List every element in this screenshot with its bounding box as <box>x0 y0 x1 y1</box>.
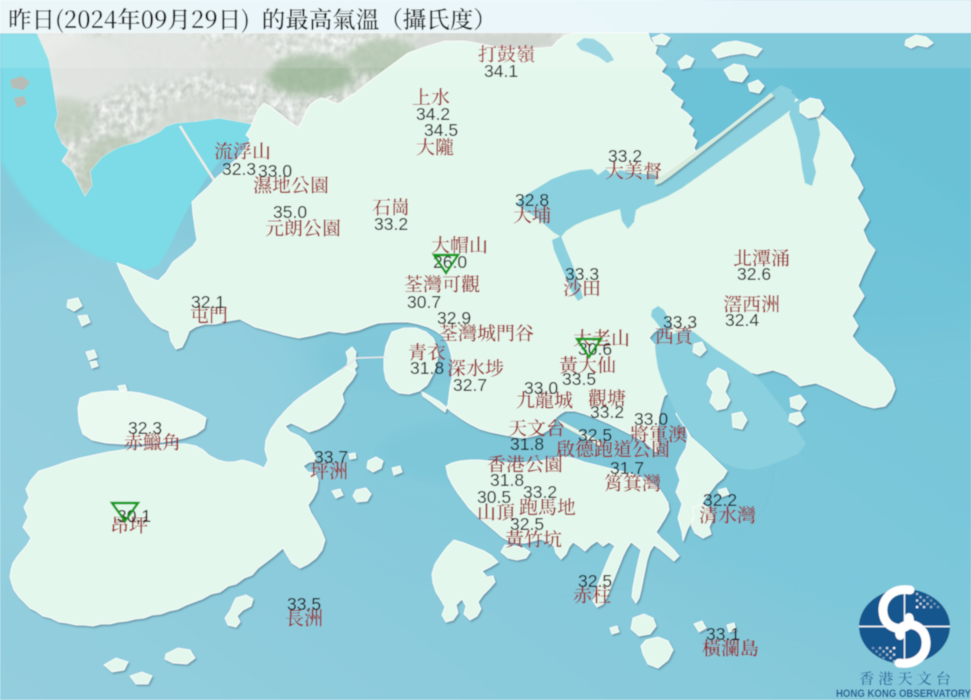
svg-text:30.5: 30.5 <box>477 487 511 507</box>
svg-text:32.3: 32.3 <box>128 418 162 438</box>
svg-text:HONG KONG OBSERVATORY: HONG KONG OBSERVATORY <box>836 688 971 700</box>
svg-text:31.7: 31.7 <box>610 458 644 478</box>
svg-text:33.5: 33.5 <box>287 594 321 614</box>
svg-text:33.7: 33.7 <box>314 447 348 467</box>
svg-text:35.0: 35.0 <box>273 202 307 222</box>
svg-text:32.3: 32.3 <box>222 159 256 179</box>
svg-text:30.7: 30.7 <box>407 292 441 312</box>
svg-text:31.8: 31.8 <box>510 434 544 454</box>
svg-text:33.5: 33.5 <box>562 369 596 389</box>
svg-text:32.6: 32.6 <box>737 264 771 284</box>
svg-text:32.7: 32.7 <box>453 375 487 395</box>
svg-text:32.5: 32.5 <box>510 514 544 534</box>
svg-text:32.2: 32.2 <box>703 490 737 510</box>
svg-text:33.0: 33.0 <box>258 161 292 181</box>
svg-text:33.2: 33.2 <box>608 146 642 166</box>
svg-text:33.3: 33.3 <box>565 264 599 284</box>
svg-text:32.5: 32.5 <box>578 425 612 445</box>
svg-text:32.5: 32.5 <box>578 571 612 591</box>
svg-text:33.0: 33.0 <box>634 409 668 429</box>
svg-text:33.1: 33.1 <box>706 624 740 644</box>
svg-text:33.2: 33.2 <box>523 482 557 502</box>
svg-text:33.2: 33.2 <box>374 214 408 234</box>
svg-text:34.5: 34.5 <box>424 120 458 140</box>
svg-text:32.1: 32.1 <box>191 292 225 312</box>
svg-text:31.8: 31.8 <box>410 358 444 378</box>
svg-text:33.2: 33.2 <box>590 402 624 422</box>
svg-text:33.3: 33.3 <box>663 312 697 332</box>
svg-text:32.4: 32.4 <box>725 310 759 330</box>
svg-text:32.9: 32.9 <box>437 308 471 328</box>
svg-text:32.8: 32.8 <box>515 190 549 210</box>
svg-text:33.0: 33.0 <box>524 378 558 398</box>
